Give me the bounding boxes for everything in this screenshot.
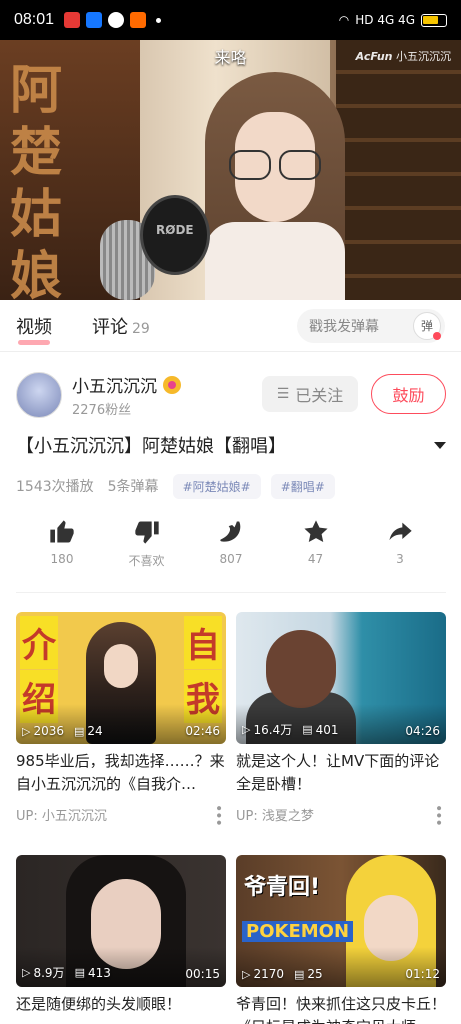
more-options-icon[interactable]: •••	[430, 804, 446, 826]
battery-icon	[421, 13, 447, 27]
duration: 01:12	[405, 967, 440, 981]
divider	[16, 592, 446, 593]
menu-icon: ☰	[276, 386, 290, 402]
alipay-app-icon	[86, 12, 103, 28]
play-icon: ▷	[242, 967, 251, 981]
video-thumbnail[interactable]: 爷青回! POKEMON ▷ 2170 ▤ 25 01:12	[236, 855, 446, 987]
danmaku-input[interactable]: 戳我发弹幕 弹	[297, 308, 445, 343]
danmaku-count: 5条弹幕	[107, 479, 159, 495]
encourage-button[interactable]: 鼓励	[371, 374, 446, 414]
card-title[interactable]: 还是随便绑的头发顺眼！	[16, 993, 226, 1024]
wifi-icon: ◠	[338, 13, 350, 27]
tab-bar: 视频 评论 29 戳我发弹幕 弹	[0, 300, 461, 352]
recommendation-card[interactable]: 爷青回! POKEMON ▷ 2170 ▤ 25 01:12 爷青回！快来抓住这只皮…	[236, 855, 446, 1024]
followed-button[interactable]: ☰ 已关注	[262, 376, 358, 412]
comment-icon: ▤	[302, 723, 313, 736]
background-shelf	[336, 40, 461, 300]
video-meta: 1543次播放 5条弹幕 #阿楚姑娘# #翻唱#	[16, 472, 446, 500]
thumb-text: 自	[184, 616, 222, 669]
video-thumbnail[interactable]: ▷ 16.4万 ▤ 401 04:26	[236, 612, 446, 744]
banana-icon	[220, 521, 241, 542]
recommendation-card[interactable]: ▷ 8.9万 ▤ 413 00:15 还是随便绑的头发顺眼！	[16, 855, 226, 1024]
share-arrow-icon	[389, 522, 412, 541]
comment-icon: ▤	[294, 967, 305, 981]
thumbs-up-icon	[50, 520, 74, 543]
comment-icon: ▤	[74, 724, 85, 738]
thumbs-down-icon	[134, 521, 159, 544]
play-icon: ▷	[22, 966, 31, 979]
card-title[interactable]: 985毕业后，我却选择……？来自小五沉沉沉的《自我介…	[16, 750, 226, 796]
action-bar: 180 不喜欢 807 47 3	[16, 518, 446, 582]
duration: 00:15	[185, 967, 220, 981]
thumb-stats: ▷ 2170 ▤ 25	[242, 967, 323, 981]
status-right: ◠ HD 4G 4G	[339, 13, 447, 27]
singer-figure	[205, 72, 345, 300]
thumb-text: POKEMON	[242, 921, 354, 942]
comment-icon: ▤	[74, 966, 85, 979]
tag-chip[interactable]: #翻唱#	[270, 473, 335, 499]
star-icon	[303, 520, 328, 543]
card-title[interactable]: 就是这个人！让MV下面的评论全是卧槽！	[236, 750, 446, 796]
network-indicator: HD 4G 4G	[355, 13, 415, 27]
notification-dot-icon	[156, 17, 162, 23]
uploader-section: 小五沉沉沉 2276粉丝 ☰ 已关注 鼓励	[16, 370, 446, 420]
favorite-button[interactable]: 47	[286, 518, 346, 582]
card-title[interactable]: 爷青回！快来抓住这只皮卡丘！《目标是成为神奇宝贝大师	[236, 993, 446, 1024]
comment-count: 29	[132, 320, 150, 337]
news-app-icon	[64, 12, 81, 28]
play-icon: ▷	[242, 723, 251, 736]
shopping-app-icon	[130, 12, 147, 28]
video-thumbnail[interactable]: 介 绍 自 我 ▷ 2036 ▤ 24 02:46	[16, 612, 226, 744]
microphone: RØDE	[100, 195, 210, 300]
recommendation-card[interactable]: ▷ 16.4万 ▤ 401 04:26 就是这个人！让MV下面的评论全是卧槽！ UP…	[236, 612, 446, 826]
expand-caret-icon[interactable]	[434, 441, 446, 449]
dislike-button[interactable]: 不喜欢	[117, 518, 177, 582]
tab-comments[interactable]: 评论 29	[92, 313, 150, 339]
quark-app-icon	[108, 12, 125, 28]
card-uploader: UP: 浅夏之梦 •••	[236, 804, 446, 826]
danmaku-toggle-button[interactable]: 弹	[413, 311, 441, 340]
banana-button[interactable]: 807	[201, 518, 261, 582]
medal-icon	[163, 375, 181, 394]
more-options-icon[interactable]: •••	[210, 804, 226, 826]
tab-video[interactable]: 视频	[16, 313, 52, 345]
duration: 02:46	[185, 724, 220, 738]
duration: 04:26	[405, 724, 440, 738]
thumb-text: 我	[184, 670, 222, 723]
like-button[interactable]: 180	[32, 518, 92, 582]
status-bar: 08:01 ◠ HD 4G 4G	[0, 0, 461, 40]
avatar[interactable]	[16, 372, 62, 418]
card-uploader: UP: 小五沉沉沉 •••	[16, 804, 226, 826]
share-button[interactable]: 3	[370, 518, 430, 582]
thumb-text: 介	[20, 616, 58, 669]
thumb-text: 爷青回!	[244, 875, 321, 900]
recommendation-card[interactable]: 介 绍 自 我 ▷ 2036 ▤ 24 02:46 985毕业后，我却选择……？来自…	[16, 612, 226, 826]
play-count: 1543次播放	[16, 479, 94, 495]
play-icon: ▷	[22, 724, 31, 738]
video-title[interactable]: 【小五沉沉沉】阿楚姑娘【翻唱】	[16, 432, 446, 458]
uploader-name[interactable]: 小五沉沉沉	[72, 372, 181, 397]
video-thumbnail[interactable]: ▷ 8.9万 ▤ 413 00:15	[16, 855, 226, 987]
thumb-stats: ▷ 16.4万 ▤ 401	[242, 722, 339, 738]
calligraphy-text: 阿楚姑娘	[10, 60, 63, 300]
tag-chip[interactable]: #阿楚姑娘#	[172, 473, 261, 499]
acfun-watermark: AcFun 小五沉沉沉	[355, 50, 451, 63]
video-player[interactable]: 阿楚姑娘 RØDE 来咯 AcFun 小五沉沉沉	[0, 0, 461, 300]
thumb-stats: ▷ 8.9万 ▤ 413	[22, 965, 111, 981]
status-time: 08:01	[14, 11, 55, 28]
thumb-text: 绍	[20, 670, 58, 723]
thumb-stats: ▷ 2036 ▤ 24	[22, 724, 103, 738]
fan-count: 2276粉丝	[72, 403, 132, 418]
